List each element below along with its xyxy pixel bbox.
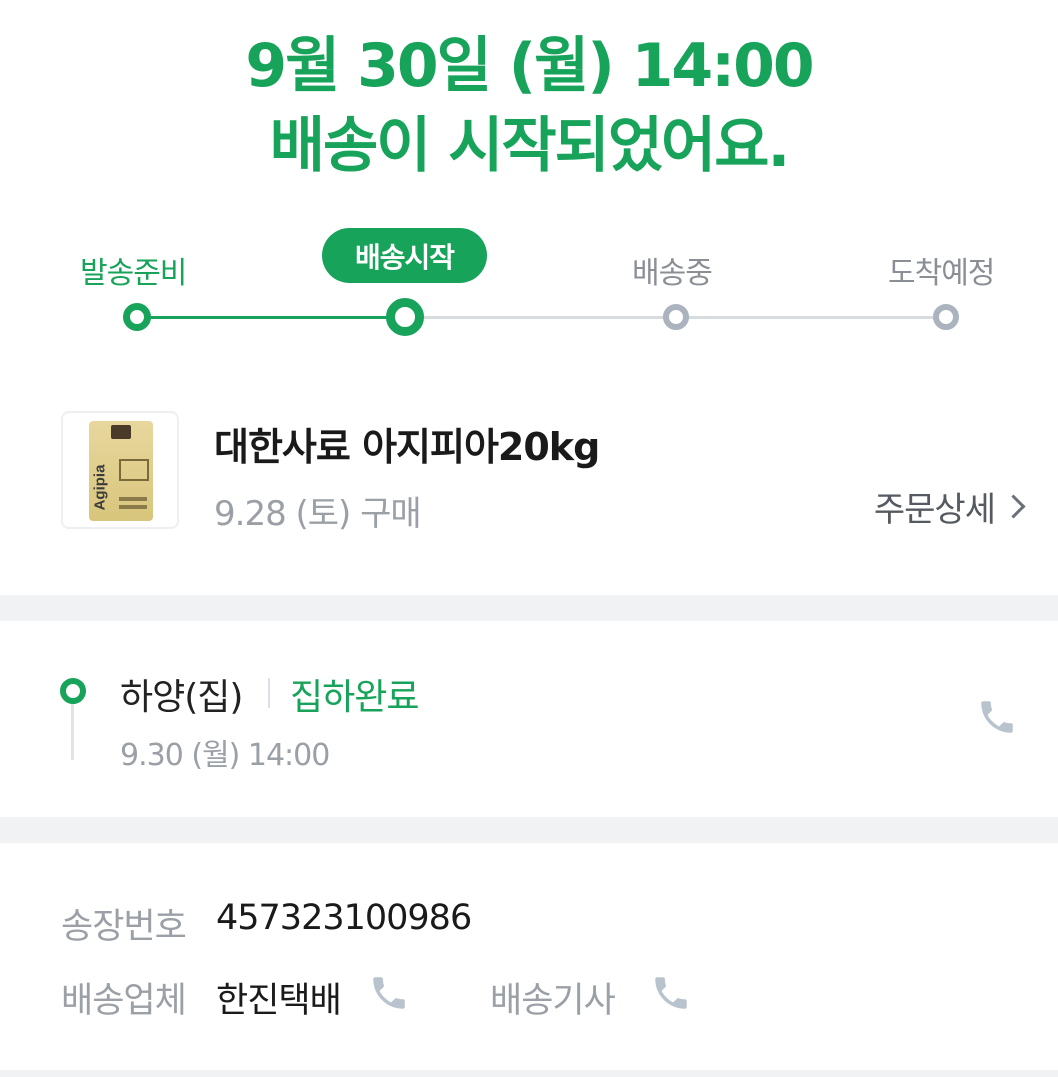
step-label-arriving: 도착예정 [888,256,995,291]
invoice-number[interactable]: 457323100986 [216,898,472,938]
purchase-date: 9.28 (토) 구매 [214,494,422,534]
carrier-phone-icon[interactable] [368,972,410,1014]
delivery-status-page: 9월 30일 (월) 14:00 배송이 시작되었어요. 발송준비 배송시작 배… [0,0,1058,1077]
tracking-time: 9.30 (월) 14:00 [120,738,330,773]
tracking-separator [268,678,270,708]
invoice-number-label: 송장번호 [61,907,187,947]
carrier-name: 한진택배 [216,981,342,1021]
step-label-in-transit: 배송중 [632,256,713,291]
product-thumbnail[interactable]: Agipia [61,411,179,529]
step-label-preparing: 발송준비 [80,256,187,291]
step-dot-started [386,298,424,336]
carrier-label: 배송업체 [61,981,187,1021]
order-detail-link[interactable]: 주문상세 [873,482,1026,531]
tracking-timeline-line [71,704,74,760]
delivery-datetime-title: 9월 30일 (월) 14:00 [245,31,814,101]
chevron-right-icon [1001,494,1026,519]
step-dot-preparing [123,303,151,331]
progress-track-completed [137,316,405,319]
driver-phone-icon[interactable] [650,972,692,1014]
product-name: 대한사료 아지피아20kg [214,425,600,469]
section-divider [0,817,1058,843]
phone-icon[interactable] [976,696,1018,738]
driver-label: 배송기사 [490,981,616,1021]
product-brand-logo: Agipia [91,464,109,511]
step-dot-in-transit [663,304,689,330]
section-divider [0,1070,1058,1077]
delivery-status-title: 배송이 시작되었어요. [269,111,790,181]
step-dot-arriving [933,304,959,330]
tracking-status: 집하완료 [290,677,419,718]
order-detail-label: 주문상세 [873,490,996,530]
section-divider [0,595,1058,621]
dog-food-bag-image: Agipia [89,421,153,521]
tracking-location: 하양(집) [120,677,243,718]
tracking-status-dot [60,678,86,704]
step-label-started: 배송시작 [322,228,487,283]
